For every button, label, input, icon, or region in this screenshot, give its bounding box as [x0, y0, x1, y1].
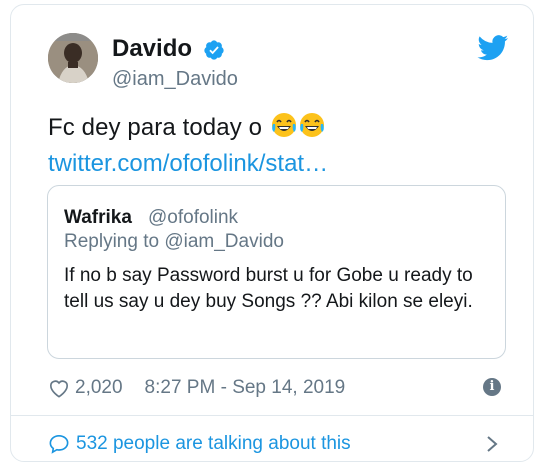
tweet-meta: 2,020 8:27 PM - Sep 14, 2019 [48, 377, 345, 399]
tweet-text-content: Fc dey para today o [48, 114, 263, 141]
talking-about-link[interactable]: 532 people are talking about this [48, 433, 351, 455]
tweet-timestamp[interactable]: 8:27 PM - Sep 14, 2019 [145, 377, 346, 399]
quoted-author-handle[interactable]: @ofofolink [148, 207, 238, 229]
talking-about-text: 532 people are talking about this [76, 433, 351, 454]
divider [11, 415, 533, 416]
quoted-tweet-text: If no b say Password burst u for Gobe u … [64, 265, 473, 312]
laughing-emoji-icon [271, 113, 296, 137]
like-count[interactable]: 2,020 [75, 377, 123, 399]
laughing-emoji-icon [299, 113, 324, 137]
quoted-tweet[interactable]: Wafrika @ofofolink Replying to @iam_Davi… [47, 185, 506, 359]
avatar[interactable] [48, 33, 98, 83]
author-handle[interactable]: @iam_Davido [112, 68, 238, 91]
verified-badge-icon [204, 40, 224, 60]
tweet-text: Fc dey para today o [48, 112, 325, 142]
tweet-link[interactable]: twitter.com/ofofolink/stat… [48, 150, 328, 178]
tweet-card: Davido @iam_Davido Fc dey para today o t… [10, 4, 534, 462]
author-name[interactable]: Davido [112, 35, 192, 63]
twitter-bird-icon[interactable] [477, 35, 509, 61]
quoted-replying-to: Replying to @iam_Davido [64, 231, 284, 252]
comment-bubble-icon [49, 434, 69, 454]
chevron-right-icon[interactable] [485, 434, 499, 454]
heart-icon[interactable] [48, 378, 70, 398]
info-icon[interactable]: i [483, 378, 501, 396]
quoted-author-name[interactable]: Wafrika [64, 207, 132, 229]
